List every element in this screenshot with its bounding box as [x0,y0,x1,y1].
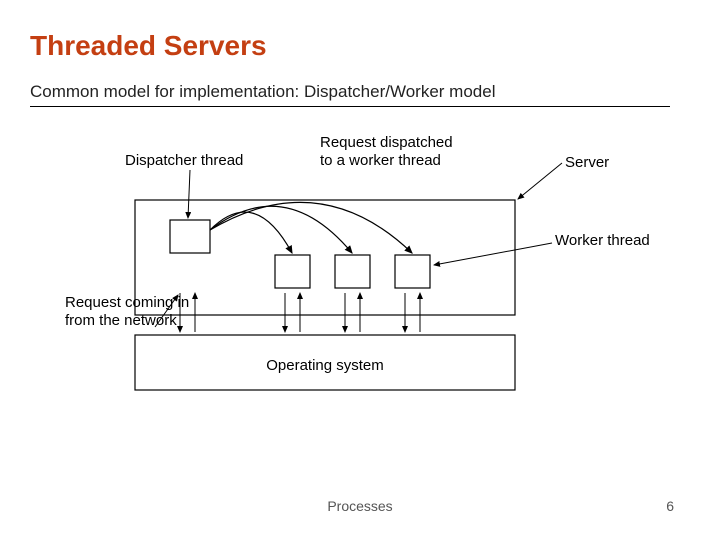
title-rule [30,106,670,107]
dispatch-arrow-1 [210,212,292,253]
dispatched-label-2: to a worker thread [320,152,441,169]
dispatch-arrow-3 [210,202,412,253]
server-pointer [518,163,562,199]
worker-box-3 [395,255,430,288]
footer-center: Processes [0,498,720,514]
worker-box-2 [335,255,370,288]
dispatcher-label: Dispatcher thread [125,152,243,169]
dispatcher-worker-diagram: Operating system Dispatcher thread Reque… [60,125,660,425]
slide-title: Threaded Servers [30,30,267,62]
dispatch-arrow-2 [210,206,352,253]
server-label: Server [565,154,609,171]
slide: Threaded Servers Common model for implem… [0,0,720,540]
slide-subtitle: Common model for implementation: Dispatc… [30,82,495,102]
worker-thread-label: Worker thread [555,232,650,249]
worker-pointer [434,243,552,265]
page-number: 6 [666,498,674,514]
dispatcher-box [170,220,210,253]
os-label: Operating system [266,357,384,374]
dispatcher-pointer [188,170,190,218]
dispatched-label-1: Request dispatched [320,134,453,151]
incoming-label-1: Request coming in [65,294,189,311]
worker-box-1 [275,255,310,288]
server-box [135,200,515,315]
incoming-label-2: from the network [65,312,177,329]
